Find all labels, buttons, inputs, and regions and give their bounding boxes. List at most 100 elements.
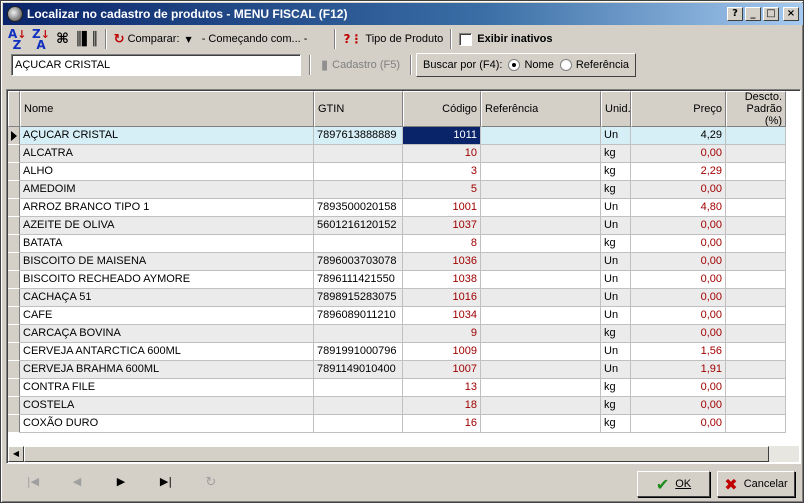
minimize-button[interactable]: _ <box>745 7 761 21</box>
cell-gtin[interactable] <box>314 181 403 199</box>
find-button[interactable]: ⌘ <box>53 28 72 50</box>
cell-referencia[interactable] <box>481 325 601 343</box>
cell-preco[interactable]: 0,00 <box>631 325 726 343</box>
cell-descto[interactable] <box>726 235 786 253</box>
scroll-thumb[interactable] <box>24 446 769 462</box>
table-row[interactable]: AMEDOIM 5 kg 0,00 <box>8 181 786 199</box>
last-record-button[interactable]: ▶| <box>154 475 178 491</box>
cell-gtin[interactable] <box>314 235 403 253</box>
cell-codigo[interactable]: 10 <box>403 145 481 163</box>
next-record-button[interactable]: ▶ <box>109 475 133 491</box>
cell-nome[interactable]: AZEITE DE OLIVA <box>20 217 314 235</box>
cell-gtin[interactable] <box>314 415 403 433</box>
cell-codigo[interactable]: 1001 <box>403 199 481 217</box>
cell-descto[interactable] <box>726 181 786 199</box>
cell-nome[interactable]: AMEDOIM <box>20 181 314 199</box>
cell-referencia[interactable] <box>481 379 601 397</box>
cell-preco[interactable]: 1,91 <box>631 361 726 379</box>
cell-unid[interactable]: kg <box>601 379 631 397</box>
cell-gtin[interactable]: 7893500020158 <box>314 199 403 217</box>
radio-nome[interactable] <box>508 59 521 71</box>
table-row[interactable]: CERVEJA ANTARCTICA 600ML 7891991000796 100… <box>8 343 786 361</box>
cell-preco[interactable]: 0,00 <box>631 217 726 235</box>
cell-unid[interactable]: Un <box>601 307 631 325</box>
ok-button[interactable]: ✔ OK <box>637 471 710 497</box>
cell-unid[interactable]: Un <box>601 127 631 145</box>
cell-referencia[interactable] <box>481 217 601 235</box>
header-unid[interactable]: Unid. <box>601 91 631 127</box>
header-gtin[interactable]: GTIN <box>314 91 403 127</box>
first-record-button[interactable]: |◀ <box>21 475 45 491</box>
cell-gtin[interactable]: 7898915283075 <box>314 289 403 307</box>
cell-codigo[interactable]: 16 <box>403 415 481 433</box>
cell-nome[interactable]: CACHAÇA 51 <box>20 289 314 307</box>
cell-referencia[interactable] <box>481 145 601 163</box>
exibir-inativos-checkbox[interactable]: Exibir inativos <box>456 28 555 50</box>
cell-nome[interactable]: CARCAÇA BOVINA <box>20 325 314 343</box>
cell-gtin[interactable] <box>314 163 403 181</box>
table-row[interactable]: BISCOITO RECHEADO AYMORE 7896111421550 103… <box>8 271 786 289</box>
cell-codigo[interactable]: 1011 <box>403 127 481 145</box>
table-row[interactable]: CONTRA FILE 13 kg 0,00 <box>8 379 786 397</box>
checkbox-box[interactable] <box>459 32 473 46</box>
cell-codigo[interactable]: 1016 <box>403 289 481 307</box>
cell-descto[interactable] <box>726 361 786 379</box>
header-codigo[interactable]: Código <box>403 91 481 127</box>
cell-unid[interactable]: kg <box>601 325 631 343</box>
cell-unid[interactable]: kg <box>601 181 631 199</box>
table-row[interactable]: BATATA 8 kg 0,00 <box>8 235 786 253</box>
cell-descto[interactable] <box>726 271 786 289</box>
cell-gtin[interactable]: 7896111421550 <box>314 271 403 289</box>
cell-unid[interactable]: kg <box>601 235 631 253</box>
cell-referencia[interactable] <box>481 253 601 271</box>
cell-codigo[interactable]: 18 <box>403 397 481 415</box>
table-row[interactable]: AÇUCAR CRISTAL 7897613888889 1011 Un 4,29 <box>8 127 786 145</box>
barcode-button[interactable]: ║▌║ <box>72 28 101 50</box>
cell-codigo[interactable]: 8 <box>403 235 481 253</box>
cell-descto[interactable] <box>726 127 786 145</box>
cell-descto[interactable] <box>726 397 786 415</box>
cell-unid[interactable]: kg <box>601 397 631 415</box>
cell-preco[interactable]: 0,00 <box>631 307 726 325</box>
cell-preco[interactable]: 0,00 <box>631 253 726 271</box>
sort-descending-button[interactable]: Z↓ A <box>29 28 53 51</box>
cell-preco[interactable]: 0,00 <box>631 289 726 307</box>
cell-nome[interactable]: COXÃO DURO <box>20 415 314 433</box>
cell-nome[interactable]: COSTELA <box>20 397 314 415</box>
cell-referencia[interactable] <box>481 163 601 181</box>
cell-gtin[interactable]: 7896003703078 <box>314 253 403 271</box>
cell-referencia[interactable] <box>481 361 601 379</box>
table-row[interactable]: CARCAÇA BOVINA 9 kg 0,00 <box>8 325 786 343</box>
cell-unid[interactable]: Un <box>601 361 631 379</box>
table-row[interactable]: ALCATRA 10 kg 0,00 <box>8 145 786 163</box>
cell-codigo[interactable]: 1009 <box>403 343 481 361</box>
cell-referencia[interactable] <box>481 289 601 307</box>
horizontal-scrollbar[interactable]: ◀ <box>8 446 799 462</box>
cell-nome[interactable]: BISCOITO RECHEADO AYMORE <box>20 271 314 289</box>
cell-codigo[interactable]: 1007 <box>403 361 481 379</box>
header-referencia[interactable]: Referência <box>481 91 601 127</box>
cell-preco[interactable]: 4,29 <box>631 127 726 145</box>
help-button[interactable]: ? <box>727 7 743 21</box>
table-row[interactable]: AZEITE DE OLIVA 5601216120152 1037 Un 0,00 <box>8 217 786 235</box>
table-row[interactable]: CERVEJA BRAHMA 600ML 7891149010400 1007 Un 1… <box>8 361 786 379</box>
cell-gtin[interactable] <box>314 379 403 397</box>
cell-unid[interactable]: Un <box>601 343 631 361</box>
cell-preco[interactable]: 0,00 <box>631 379 726 397</box>
cell-codigo[interactable]: 1037 <box>403 217 481 235</box>
cell-referencia[interactable] <box>481 271 601 289</box>
header-nome[interactable]: Nome <box>20 91 314 127</box>
cell-unid[interactable]: kg <box>601 163 631 181</box>
cell-descto[interactable] <box>726 415 786 433</box>
header-descto[interactable]: Descto. Padrão (%) <box>726 91 786 127</box>
prev-record-button[interactable]: ◀ <box>65 475 89 491</box>
cell-preco[interactable]: 2,29 <box>631 163 726 181</box>
cell-descto[interactable] <box>726 163 786 181</box>
tipo-produto-button[interactable]: ?⋮ Tipo de Produto <box>340 28 446 50</box>
cell-unid[interactable]: Un <box>601 253 631 271</box>
cell-gtin[interactable]: 7891991000796 <box>314 343 403 361</box>
cell-gtin[interactable]: 5601216120152 <box>314 217 403 235</box>
cell-descto[interactable] <box>726 145 786 163</box>
cell-unid[interactable]: kg <box>601 415 631 433</box>
table-row[interactable]: COXÃO DURO 16 kg 0,00 <box>8 415 786 433</box>
